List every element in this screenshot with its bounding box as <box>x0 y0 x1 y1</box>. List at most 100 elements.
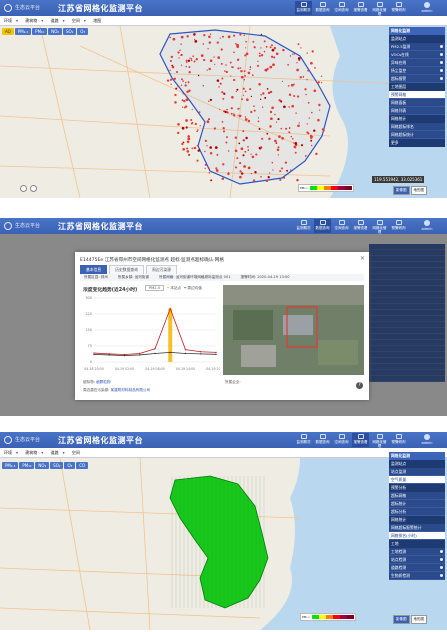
toggle-icon[interactable] <box>440 574 443 577</box>
nav-warning[interactable]: 预警研判 <box>390 1 407 15</box>
panel-item[interactable]: 工地检测 <box>389 548 445 556</box>
user-menu[interactable]: admin <box>411 219 443 233</box>
nav-alarm[interactable]: 报警查看 <box>352 433 369 447</box>
filter-item[interactable]: 建筑物 <box>25 18 37 23</box>
data-point[interactable] <box>108 354 110 356</box>
nav-grid[interactable]: 网格化管理 <box>371 219 388 234</box>
panel-item[interactable]: 网格超标统计 <box>389 131 445 139</box>
panel-item-selected[interactable]: 空气质量 <box>389 476 445 484</box>
nav-overview[interactable]: 监测概况 <box>295 1 312 15</box>
panel-item[interactable]: 道路检测 <box>389 564 445 572</box>
data-point[interactable] <box>169 307 171 310</box>
toggle-icon[interactable] <box>440 69 443 72</box>
user-menu[interactable]: admin <box>411 1 443 15</box>
map-canvas[interactable]: PM₂.₅ PM₁₀ NO₂ SO₂ O₃ CO 网格化监测 监测站点 站点监测… <box>0 452 447 630</box>
nav-spatial[interactable]: 空间查询 <box>333 219 350 233</box>
layer-so2[interactable]: SO₂ <box>50 462 64 469</box>
nav-warning[interactable]: 预警研判 <box>390 219 407 233</box>
toggle-icon[interactable] <box>440 61 443 64</box>
layer-so2[interactable]: SO₂ <box>63 28 77 35</box>
nav-alarm[interactable]: 报警查看 <box>352 219 369 233</box>
toggle-icon[interactable] <box>440 558 443 561</box>
basemap-terrain[interactable]: 地形图 <box>410 615 427 624</box>
help-icon[interactable]: ? <box>356 382 363 389</box>
panel-item[interactable]: PM2.5监测 <box>389 43 445 51</box>
filter-item[interactable]: 环境 <box>4 450 12 455</box>
close-icon[interactable]: × <box>360 255 365 262</box>
panel-item[interactable]: 超标报警 <box>389 75 445 83</box>
nav-query[interactable]: 数据查询 <box>314 433 331 447</box>
nav-query[interactable]: 数据查询 <box>314 219 331 233</box>
data-point[interactable] <box>184 352 187 355</box>
filter-item[interactable]: 空间 <box>72 450 80 455</box>
data-point[interactable] <box>184 348 187 351</box>
user-menu[interactable]: admin <box>411 433 443 447</box>
toggle-icon[interactable] <box>440 53 443 56</box>
data-point[interactable] <box>154 348 156 350</box>
layer-co[interactable]: CO <box>76 462 89 469</box>
nav-grid[interactable]: 网格化管理 <box>371 1 388 16</box>
basemap-terrain[interactable]: 地形图 <box>410 186 427 195</box>
toggle-icon[interactable] <box>440 550 443 553</box>
data-point[interactable] <box>200 351 202 353</box>
nav-spatial[interactable]: 空间查询 <box>333 433 350 447</box>
data-point[interactable] <box>139 354 141 356</box>
map-canvas[interactable]: AQ PM₂.₅ PM₁₀ NO₂ SO₂ O₃ 网格化监测 监测站点 PM2.… <box>0 26 447 198</box>
locate-icon[interactable] <box>20 185 27 192</box>
panel-item-selected[interactable]: 预警网格 <box>389 91 445 99</box>
nav-alarm[interactable]: 报警查看 <box>352 1 369 15</box>
toggle-icon[interactable] <box>440 77 443 80</box>
nav-overview[interactable]: 监测概况 <box>295 219 312 233</box>
panel-item[interactable]: 超标网格 <box>389 492 445 500</box>
nav-query[interactable]: 数据查询 <box>314 1 331 15</box>
nav-warning[interactable]: 预警研判 <box>390 433 407 447</box>
panel-item[interactable]: 超标分析 <box>389 508 445 516</box>
layer-pm10[interactable]: PM₁₀ <box>19 462 35 469</box>
filter-item[interactable]: 地图 <box>93 18 101 23</box>
panel-item-selected[interactable]: 网格排名(小时) <box>389 532 445 540</box>
data-point[interactable] <box>93 352 95 354</box>
data-point[interactable] <box>93 353 95 356</box>
data-point[interactable] <box>123 354 126 357</box>
panel-item[interactable]: 站点检测 <box>389 556 445 564</box>
filter-item[interactable]: 道路 <box>51 450 59 455</box>
data-point[interactable] <box>169 351 171 354</box>
data-point[interactable] <box>139 352 141 355</box>
play-icon[interactable] <box>30 185 37 192</box>
data-point[interactable] <box>215 351 217 354</box>
data-point[interactable] <box>154 352 156 355</box>
layer-no2[interactable]: NO₂ <box>48 28 62 35</box>
basemap-image[interactable]: 影像图 <box>393 186 410 195</box>
panel-item[interactable]: 扬尘监控 <box>389 67 445 75</box>
nav-overview[interactable]: 监测概况 <box>295 433 312 447</box>
panel-item[interactable]: 站点监测 <box>389 468 445 476</box>
layer-no2[interactable]: NO₂ <box>35 462 50 469</box>
panel-item[interactable]: VOCs在线 <box>389 51 445 59</box>
panel-item[interactable]: 网格面板 <box>389 99 445 107</box>
filter-item[interactable]: 建筑物 <box>25 450 37 455</box>
panel-item[interactable]: 网格列表 <box>389 107 445 115</box>
layer-o3[interactable]: O₃ <box>77 28 89 35</box>
layer-pm25[interactable]: PM₂.₅ <box>2 462 19 469</box>
data-point[interactable] <box>215 353 217 356</box>
layer-pm25[interactable]: PM₂.₅ <box>14 28 32 35</box>
layer-o3[interactable]: O₃ <box>64 462 76 469</box>
toggle-icon[interactable] <box>440 566 443 569</box>
layer-pm10[interactable]: PM₁₀ <box>32 28 48 35</box>
panel-item[interactable]: 生物质检测 <box>389 572 445 580</box>
panel-item[interactable]: 网格超标排名 <box>389 123 445 131</box>
toggle-icon[interactable] <box>440 45 443 48</box>
layer-aq[interactable]: AQ <box>2 28 14 35</box>
panel-footer[interactable]: 更多 <box>389 139 445 147</box>
nav-spatial[interactable]: 空间查询 <box>333 1 350 15</box>
nav-grid[interactable]: 网格化管理 <box>371 433 388 448</box>
data-point[interactable] <box>200 353 202 355</box>
panel-item[interactable]: 网格超标报警统计 <box>389 524 445 532</box>
basemap-image[interactable]: 影像图 <box>393 615 410 624</box>
filter-item[interactable]: 环境 <box>4 18 12 23</box>
panel-item[interactable]: 异味在线 <box>389 59 445 67</box>
pollutant-select[interactable]: PM2.5 <box>145 285 164 291</box>
filter-item[interactable]: 道路 <box>51 18 59 23</box>
panel-item[interactable]: 超标统计 <box>389 500 445 508</box>
filter-item[interactable]: 空间 <box>72 18 80 23</box>
